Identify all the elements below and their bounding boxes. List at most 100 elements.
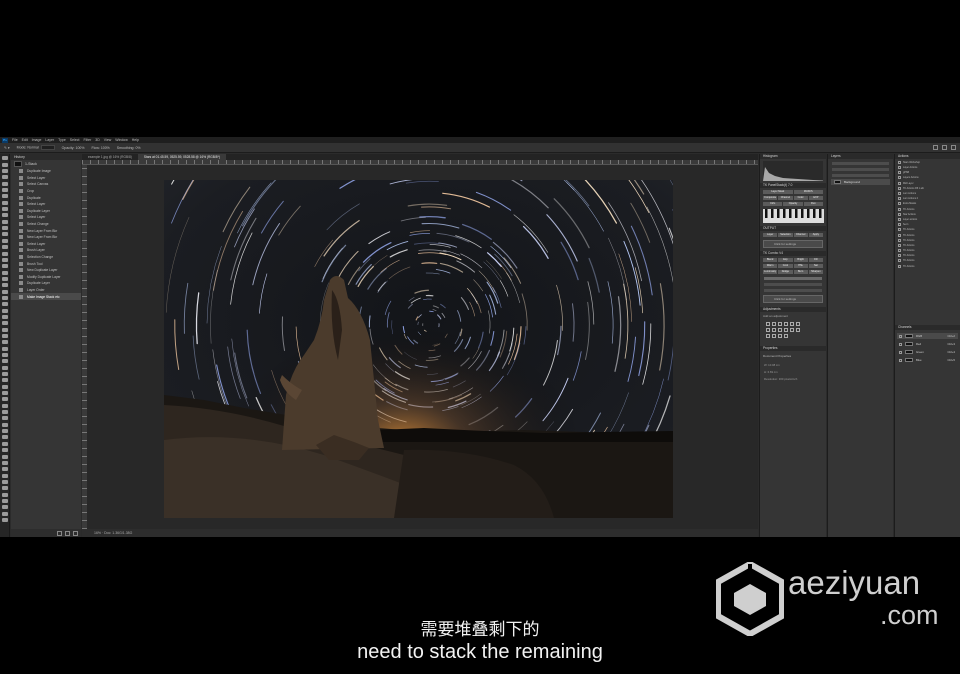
menu-image[interactable]: Image: [32, 138, 42, 142]
channel-row[interactable]: Green Ctrl+4: [897, 349, 958, 355]
menu-edit[interactable]: Edit: [22, 138, 28, 142]
action-item[interactable]: TK Actions: [895, 238, 960, 242]
tool-icon[interactable]: [1, 251, 8, 256]
adjustment-icon[interactable]: [784, 322, 788, 326]
action-toggle-checkbox[interactable]: [898, 207, 901, 211]
tool-icon[interactable]: [1, 276, 8, 281]
tool-icon[interactable]: [1, 429, 8, 434]
action-item[interactable]: Extra Masks: [895, 202, 960, 206]
action-toggle-checkbox[interactable]: [898, 171, 901, 175]
zone-key[interactable]: [807, 209, 810, 218]
eye-icon[interactable]: [899, 350, 902, 354]
tool-icon[interactable]: [1, 384, 8, 389]
history-item[interactable]: Crop: [11, 188, 81, 195]
menu-filter[interactable]: Filter: [84, 138, 92, 142]
tool-icon[interactable]: [1, 226, 8, 231]
action-item[interactable]: TK Actions: [895, 264, 960, 268]
menu-3d[interactable]: 3D: [95, 138, 99, 142]
output-layer-button[interactable]: Layer: [763, 233, 778, 237]
tool-icon[interactable]: [1, 359, 8, 364]
tool-icon[interactable]: [1, 270, 8, 275]
history-item[interactable]: Brush Layer: [11, 247, 81, 254]
menu-type[interactable]: Type: [58, 138, 66, 142]
history-item[interactable]: Select Layer: [11, 175, 81, 182]
tool-icon[interactable]: [1, 283, 8, 288]
channel-row[interactable]: RGB Ctrl+2: [897, 333, 958, 339]
zone-key[interactable]: [795, 209, 798, 218]
tool-icon[interactable]: [1, 219, 8, 224]
history-item[interactable]: Duplicate Layer: [11, 208, 81, 215]
sat-button[interactable]: Sat: [808, 264, 823, 268]
action-item[interactable]: Star Actions: [895, 212, 960, 216]
ext-tab-layer-mask[interactable]: Layer Mask: [763, 190, 793, 194]
tool-icon[interactable]: [1, 346, 8, 351]
tool-icon[interactable]: [1, 245, 8, 250]
composite-button[interactable]: Composite: [763, 196, 778, 200]
action-item[interactable]: Set 1: [895, 223, 960, 227]
action-toggle-checkbox[interactable]: [898, 181, 901, 185]
history-item[interactable]: Selection Change: [11, 254, 81, 261]
zone-key[interactable]: [789, 209, 792, 218]
opacity-control[interactable]: Opacity: 100%: [62, 146, 85, 150]
adjustment-icon[interactable]: [778, 322, 782, 326]
new-snapshot-icon[interactable]: [57, 530, 62, 536]
bright-button[interactable]: Bright: [793, 258, 808, 262]
tool-icon[interactable]: [1, 207, 8, 212]
mode-value[interactable]: Normal: [27, 145, 38, 149]
tool-icon[interactable]: [1, 372, 8, 377]
flow-control[interactable]: Flow: 100%: [91, 146, 109, 150]
zone-key[interactable]: [777, 209, 780, 218]
actions-tab[interactable]: Actions: [895, 154, 960, 159]
tool-icon[interactable]: [1, 238, 8, 243]
zone-key[interactable]: [819, 209, 822, 218]
history-item[interactable]: Select Canvas: [11, 181, 81, 188]
history-item[interactable]: New Layer From Bkr: [11, 234, 81, 241]
tool-icon[interactable]: [1, 448, 8, 453]
action-item[interactable]: Layer Actions: [895, 166, 960, 170]
tool-icon[interactable]: [1, 410, 8, 415]
history-item[interactable]: Duplicate: [11, 194, 81, 201]
workspace-icon[interactable]: [942, 145, 947, 150]
action-toggle-checkbox[interactable]: [898, 197, 901, 201]
action-item[interactable]: TK Actions Rfl 1 a/b: [895, 186, 960, 191]
tool-icon[interactable]: [1, 295, 8, 300]
tool-icon[interactable]: [1, 397, 8, 402]
adjustment-icon[interactable]: [790, 328, 794, 332]
action-toggle-checkbox[interactable]: [898, 192, 901, 196]
action-item[interactable]: TK Actions: [895, 259, 960, 263]
history-item[interactable]: Duplicate Image: [11, 168, 81, 175]
trash-icon[interactable]: [73, 530, 78, 536]
history-item[interactable]: Layer Order: [11, 287, 81, 294]
tool-icon[interactable]: [1, 188, 8, 193]
menu-select[interactable]: Select: [70, 138, 80, 142]
tool-icon[interactable]: [1, 169, 8, 174]
blend-button[interactable]: Blend: [763, 258, 778, 262]
eye-icon[interactable]: [899, 358, 902, 362]
layer-filter-row[interactable]: [832, 162, 889, 165]
layer-background[interactable]: Background: [831, 179, 890, 185]
tool-icon[interactable]: [1, 353, 8, 357]
tool-icon[interactable]: [1, 498, 8, 503]
channel-row[interactable]: Red Ctrl+3: [897, 341, 958, 347]
tool-icon[interactable]: [1, 232, 8, 237]
click-settings-button[interactable]: Click for settings: [763, 240, 823, 248]
run-button[interactable]: Run: [803, 202, 823, 206]
action-toggle-checkbox[interactable]: [898, 233, 901, 237]
tool-icon[interactable]: [1, 314, 8, 319]
adjustment-icon[interactable]: [772, 322, 776, 326]
tool-icon[interactable]: [1, 486, 8, 491]
tool-icon[interactable]: [1, 505, 8, 510]
ext-tab-masks[interactable]: MASKS: [793, 190, 823, 194]
history-item[interactable]: Make Image Stack etc: [11, 293, 81, 300]
zone-key[interactable]: [765, 209, 768, 218]
history-item[interactable]: Select Change: [11, 221, 81, 228]
tool-icon[interactable]: [1, 435, 8, 440]
adjustment-icon[interactable]: [766, 328, 770, 332]
cool-button[interactable]: Cool: [778, 264, 793, 268]
tool-icon[interactable]: [1, 181, 8, 186]
action-toggle-checkbox[interactable]: [898, 223, 901, 227]
tool-icon[interactable]: [1, 441, 8, 446]
hsl-button[interactable]: HSL: [793, 264, 808, 268]
action-item[interactable]: Layers Actions: [895, 176, 960, 180]
flow-value[interactable]: 100%: [101, 146, 110, 150]
